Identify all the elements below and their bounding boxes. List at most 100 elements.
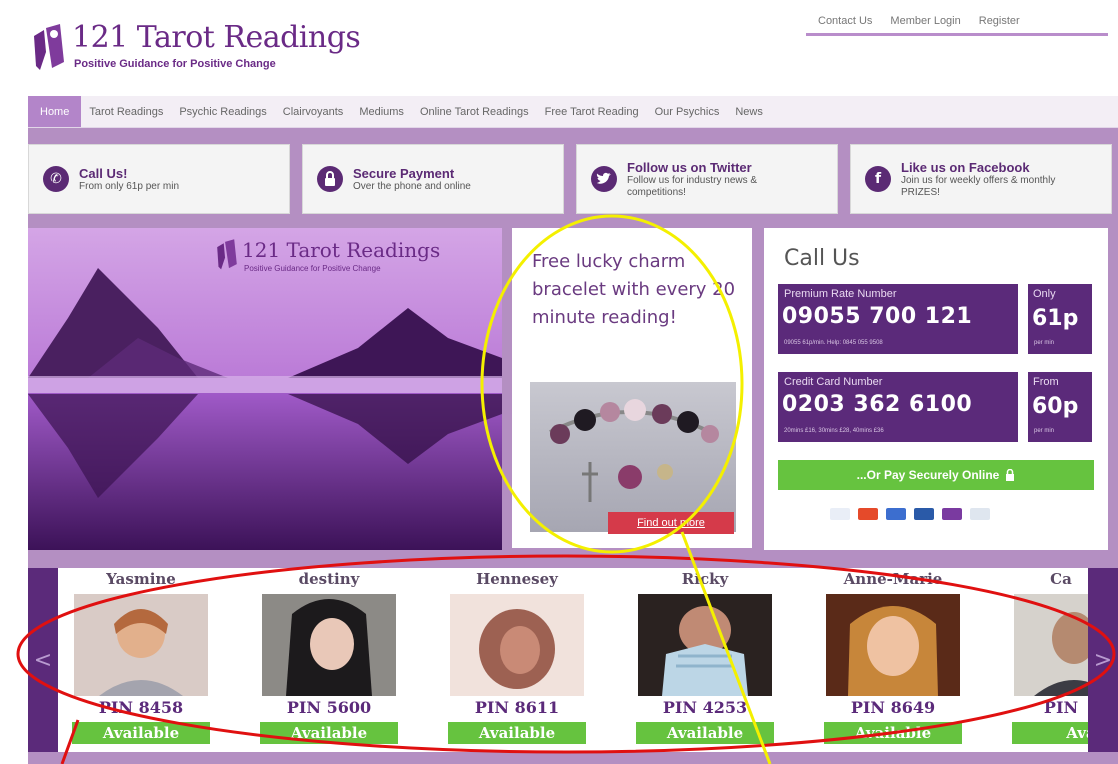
- credit-label: Credit Card Number: [784, 376, 883, 388]
- psychic-pin: PIN 8458: [98, 698, 184, 717]
- nav-item-our-psychics[interactable]: Our Psychics: [647, 96, 728, 127]
- availability-badge: Available: [72, 722, 210, 744]
- psychic-pin: PIN: [1043, 698, 1079, 717]
- psychic-card-partial-wrap: Ca PIN Ava: [1006, 568, 1088, 752]
- availability-badge: Ava: [1012, 722, 1088, 744]
- find-out-more-button[interactable]: Find out more: [608, 512, 734, 534]
- amex-icon: [886, 508, 906, 520]
- credit-price-unit: per min: [1034, 428, 1055, 434]
- lock-icon: [317, 166, 343, 192]
- feature-call-us[interactable]: ✆ Call Us! From only 61p per min: [28, 144, 290, 214]
- main-content: ✆ Call Us! From only 61p per min Secure …: [28, 128, 1118, 764]
- contact-us-link[interactable]: Contact Us: [818, 15, 872, 27]
- premium-label: Premium Rate Number: [784, 288, 897, 300]
- hero-banner: 121 Tarot Readings Positive Guidance for…: [28, 228, 502, 550]
- feature-desc: Join us for weekly offers & monthly PRIZ…: [901, 174, 1056, 198]
- psychic-photo: [826, 594, 960, 696]
- nav-item-mediums[interactable]: Mediums: [351, 96, 412, 127]
- premium-small-print: 09055 61p/min. Help: 0845 055 9508: [784, 340, 883, 346]
- nav-item-news[interactable]: News: [727, 96, 771, 127]
- psychic-pin: PIN 4253: [662, 698, 748, 717]
- availability-badge: Available: [448, 722, 586, 744]
- psychics-carousel: < Yasmine PIN 8458 Available destiny PIN…: [28, 568, 1118, 752]
- twitter-icon: [591, 166, 617, 192]
- promo-text: Free lucky charm bracelet with every 20 …: [532, 251, 736, 328]
- feature-desc: Follow us for industry news & competitio…: [627, 174, 758, 198]
- psychic-name: destiny: [298, 570, 360, 588]
- psychic-name: Anne-Marie: [843, 570, 943, 588]
- logo-title: 121 Tarot Readings: [72, 20, 361, 55]
- hero-logo-tagline: Positive Guidance for Positive Change: [244, 264, 381, 273]
- main-nav: Home Tarot Readings Psychic Readings Cla…: [28, 96, 1118, 128]
- pay-securely-online-button[interactable]: ...Or Pay Securely Online: [778, 460, 1094, 490]
- visa-icon: [830, 508, 850, 520]
- hero-logo: 121 Tarot Readings Positive Guidance for…: [214, 238, 502, 274]
- psychic-card[interactable]: Ca PIN Ava: [1006, 568, 1088, 752]
- credit-price: 60p: [1032, 394, 1079, 419]
- tarot-logo-icon: [217, 239, 237, 270]
- tarot-logo-icon: [34, 24, 64, 70]
- solo-icon: [942, 508, 962, 520]
- psychic-card[interactable]: destiny PIN 5600 Available: [254, 568, 404, 752]
- bracelet-image: [530, 382, 736, 532]
- psychic-pin: PIN 8611: [474, 698, 560, 717]
- nav-item-clairvoyants[interactable]: Clairvoyants: [275, 96, 352, 127]
- call-us-title: Call Us: [784, 246, 860, 271]
- site-logo[interactable]: 121 Tarot Readings Positive Guidance for…: [30, 20, 370, 80]
- logo-tagline: Positive Guidance for Positive Change: [74, 58, 276, 70]
- hero-logo-title: 121 Tarot Readings: [242, 238, 441, 262]
- psychic-photo: [74, 594, 208, 696]
- carousel-prev-button[interactable]: <: [28, 568, 58, 752]
- feature-title: Follow us on Twitter: [627, 159, 752, 175]
- feature-title: Secure Payment: [353, 165, 455, 181]
- pay-button-label: ...Or Pay Securely Online: [856, 468, 1000, 482]
- carousel-next-button[interactable]: >: [1088, 568, 1118, 752]
- feature-title: Like us on Facebook: [901, 159, 1030, 175]
- payment-card-icons: [830, 508, 990, 520]
- premium-price: 61p: [1032, 306, 1079, 331]
- register-link[interactable]: Register: [979, 15, 1020, 27]
- promo-panel: Free lucky charm bracelet with every 20 …: [512, 228, 752, 548]
- page: 121 Tarot Readings Positive Guidance for…: [18, 0, 1118, 764]
- nav-item-home[interactable]: Home: [28, 96, 82, 127]
- phone-icon: ✆: [43, 166, 69, 192]
- padlock-icon: [1006, 469, 1015, 481]
- premium-number-box[interactable]: Premium Rate Number 09055 700 121 09055 …: [778, 284, 1018, 354]
- psychic-name: Ca: [1050, 570, 1072, 588]
- nav-item-tarot-readings[interactable]: Tarot Readings: [81, 96, 171, 127]
- feature-desc: From only 61p per min: [79, 180, 180, 192]
- credit-card-number-box[interactable]: Credit Card Number 0203 362 6100 20mins …: [778, 372, 1018, 442]
- nav-item-psychic-readings[interactable]: Psychic Readings: [171, 96, 274, 127]
- premium-number: 09055 700 121: [782, 304, 973, 329]
- availability-badge: Available: [260, 722, 398, 744]
- psychic-photo: [638, 594, 772, 696]
- premium-price-unit: per min: [1034, 340, 1055, 346]
- paypal-icon: [970, 508, 990, 520]
- availability-badge: Available: [636, 722, 774, 744]
- nav-item-online-tarot-readings[interactable]: Online Tarot Readings: [412, 96, 537, 127]
- call-us-panel: Call Us Premium Rate Number 09055 700 12…: [764, 228, 1108, 550]
- feature-facebook[interactable]: f Like us on Facebook Join us for weekly…: [850, 144, 1112, 214]
- premium-price-label: Only: [1033, 288, 1056, 300]
- feature-title: Call Us!: [79, 165, 128, 181]
- facebook-icon: f: [865, 166, 891, 192]
- psychic-card[interactable]: Hennesey PIN 8611 Available: [442, 568, 592, 752]
- top-links: Contact Us Member Login Register: [806, 8, 1108, 36]
- psychic-name: Yasmine: [106, 570, 176, 588]
- feature-twitter[interactable]: Follow us on Twitter Follow us for indus…: [576, 144, 838, 214]
- psychic-pin: PIN 5600: [286, 698, 372, 717]
- feature-desc: Over the phone and online: [353, 180, 471, 192]
- credit-small-print: 20mins £16, 30mins £28, 40mins £36: [784, 428, 884, 434]
- nav-item-free-tarot-reading[interactable]: Free Tarot Reading: [537, 96, 647, 127]
- psychic-card[interactable]: Anne-Marie PIN 8649 Available: [818, 568, 968, 752]
- feature-secure-payment[interactable]: Secure Payment Over the phone and online: [302, 144, 564, 214]
- credit-price-box: From 60p per min: [1028, 372, 1092, 442]
- premium-price-box: Only 61p per min: [1028, 284, 1092, 354]
- availability-badge: Available: [824, 722, 962, 744]
- credit-number: 0203 362 6100: [782, 392, 973, 417]
- psychic-card[interactable]: Ricky PIN 4253 Available: [630, 568, 780, 752]
- psychic-photo: [1014, 594, 1088, 696]
- member-login-link[interactable]: Member Login: [890, 15, 960, 27]
- psychic-card[interactable]: Yasmine PIN 8458 Available: [66, 568, 216, 752]
- credit-price-label: From: [1033, 376, 1059, 388]
